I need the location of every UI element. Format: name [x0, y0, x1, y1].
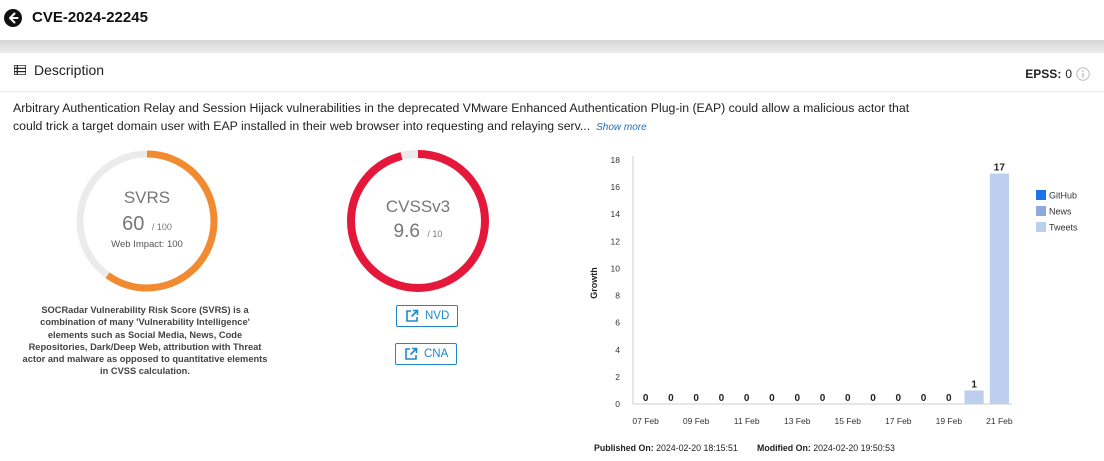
x-tick-label: 21 Feb	[986, 416, 1013, 426]
bar-total-label: 0	[946, 393, 952, 404]
cvss-gauge: CVSSv3 9.6 / 10	[347, 150, 489, 292]
header-divider	[0, 40, 1104, 53]
published-value: 2024-02-20 18:15:51	[656, 443, 738, 453]
chart-bars	[964, 173, 1009, 404]
top-bar	[0, 0, 1104, 40]
y-tick-label: 18	[611, 155, 621, 165]
bar-tweets-21-feb	[989, 173, 1009, 404]
legend-swatch-news	[1036, 206, 1046, 216]
x-tick-label: 13 Feb	[784, 416, 811, 426]
chart-data-labels: 0 0 0 0 0 0 0 0 0 0 0 0 0 1 17	[643, 163, 1006, 404]
cvss-label: CVSSv3	[386, 197, 450, 216]
section-divider	[0, 91, 1104, 92]
external-link-icon	[406, 309, 419, 322]
y-tick-label: 0	[615, 399, 620, 409]
legend-label-tweets[interactable]: Tweets	[1049, 223, 1078, 233]
chart-legend: GitHub News Tweets	[1036, 190, 1078, 233]
nvd-button[interactable]: NVD	[396, 305, 459, 327]
bar-total-label: 0	[668, 393, 674, 404]
info-icon[interactable]	[1076, 67, 1090, 81]
bar-total-label: 1	[971, 379, 977, 390]
bar-total-label: 0	[719, 393, 725, 404]
legend-label-news[interactable]: News	[1049, 207, 1072, 217]
cvss-score-line: 9.6 / 10	[394, 221, 443, 242]
epss-label: EPSS:	[1025, 67, 1062, 81]
bar-total-label: 0	[921, 393, 927, 404]
svrs-score-line: 60 / 100	[122, 213, 172, 235]
svrs-score: 60	[122, 213, 144, 235]
svrs-gauge: SVRS 60 / 100 Web Impact: 100	[76, 150, 218, 292]
back-arrow-icon[interactable]	[4, 9, 22, 27]
legend-label-github[interactable]: GitHub	[1049, 191, 1077, 201]
bar-total-label: 0	[896, 393, 902, 404]
svrs-label: SVRS	[124, 188, 170, 207]
modified-value: 2024-02-20 19:50:53	[813, 443, 895, 453]
bar-total-label: 0	[769, 393, 775, 404]
bar-total-label: 0	[643, 393, 649, 404]
y-tick-label: 10	[611, 263, 621, 273]
description-body: Arbitrary Authentication Relay and Sessi…	[13, 100, 913, 136]
bar-total-label: 0	[794, 393, 800, 404]
bar-total-label: 0	[845, 393, 851, 404]
growth-chart: 02468101214161807 Feb 09 Feb 11 Feb 13 Feb 1…	[589, 155, 1078, 426]
description-text: Arbitrary Authentication Relay and Sessi…	[13, 101, 910, 133]
bar-total-label: 17	[994, 163, 1006, 174]
y-tick-label: 12	[611, 236, 621, 246]
chart-axes: 02468101214161807 Feb 09 Feb 11 Feb 13 Feb 1…	[611, 155, 1013, 426]
published-label: Published On:	[594, 443, 654, 453]
bar-total-label: 0	[693, 393, 699, 404]
cvss-score: 9.6	[394, 221, 420, 242]
x-tick-label: 15 Feb	[835, 416, 862, 426]
epss-value: 0	[1065, 67, 1072, 81]
epss-indicator: EPSS: 0	[1025, 67, 1090, 81]
list-icon	[14, 65, 26, 75]
x-tick-label: 19 Feb	[936, 416, 963, 426]
bar-tweets-20-feb	[964, 390, 984, 404]
external-link-icon	[405, 347, 418, 360]
y-tick-label: 8	[615, 291, 620, 301]
cvss-max: / 10	[427, 229, 442, 239]
published-date: Published On: 2024-02-20 18:15:51	[594, 443, 738, 453]
y-tick-label: 16	[611, 182, 621, 192]
page-title: CVE-2024-22245	[32, 9, 148, 26]
modified-label: Modified On:	[757, 443, 811, 453]
description-header: Description	[14, 62, 104, 78]
cna-label: CNA	[424, 348, 449, 360]
svrs-max: / 100	[152, 222, 172, 232]
y-tick-label: 4	[615, 345, 620, 355]
cna-button[interactable]: CNA	[395, 343, 458, 365]
svrs-web-impact: Web Impact: 100	[111, 239, 183, 250]
modified-date: Modified On: 2024-02-20 19:50:53	[757, 443, 895, 453]
description-heading: Description	[34, 62, 105, 78]
svrs-description: SOCRadar Vulnerability Risk Score (SVRS)…	[22, 305, 268, 377]
bar-total-label: 0	[820, 393, 826, 404]
y-tick-label: 2	[615, 372, 620, 382]
x-tick-label: 07 Feb	[632, 416, 659, 426]
y-tick-label: 14	[611, 209, 621, 219]
nvd-label: NVD	[425, 310, 450, 322]
x-tick-label: 17 Feb	[885, 416, 912, 426]
bar-total-label: 0	[744, 393, 750, 404]
bar-total-label: 0	[870, 393, 876, 404]
y-axis-title: Growth	[589, 267, 599, 299]
legend-swatch-github	[1036, 190, 1046, 200]
show-more-link[interactable]: Show more	[596, 122, 647, 133]
x-tick-label: 09 Feb	[683, 416, 710, 426]
legend-swatch-tweets	[1036, 222, 1046, 232]
y-tick-label: 6	[615, 318, 620, 328]
x-tick-label: 11 Feb	[734, 416, 760, 426]
